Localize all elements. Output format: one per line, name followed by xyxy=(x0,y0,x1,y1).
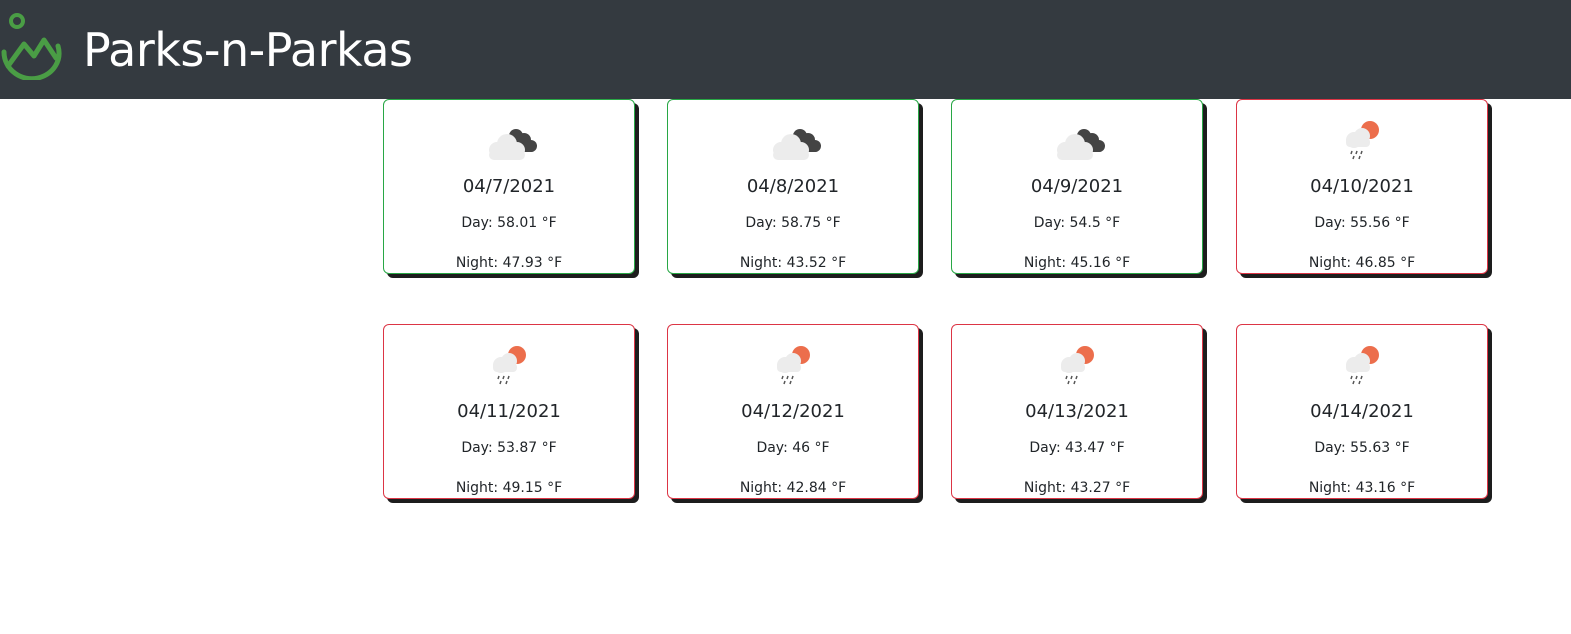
forecast-date: 04/7/2021 xyxy=(462,176,556,197)
forecast-date: 04/10/2021 xyxy=(1310,176,1414,197)
forecast-day-temp: Day: 54.5 °F xyxy=(1033,215,1121,231)
sun-rain-icon xyxy=(493,346,526,385)
sun-rain-icon xyxy=(1346,121,1379,160)
forecast-night-temp: Night: 43.16 °F xyxy=(1308,480,1416,496)
forecast-date: 04/14/2021 xyxy=(1310,401,1414,422)
forecast-day-temp: Day: 58.01 °F xyxy=(461,215,557,231)
forecast-night-temp: Night: 47.93 °F xyxy=(455,255,563,271)
forecast-day-temp: Day: 46 °F xyxy=(756,440,830,456)
forecast-date: 04/13/2021 xyxy=(1025,401,1129,422)
mountain-pin-logo-icon[interactable] xyxy=(0,10,64,80)
forecast-card: 04/10/2021 Day: 55.56 °F Night: 46.85 °F xyxy=(1236,99,1488,274)
forecast-day-temp: Day: 55.56 °F xyxy=(1314,215,1410,231)
forecast-card: 04/9/2021 Day: 54.5 °F Night: 45.16 °F xyxy=(951,99,1203,274)
forecast-day-temp: Day: 53.87 °F xyxy=(461,440,557,456)
forecast-night-temp: Night: 49.15 °F xyxy=(455,480,563,496)
forecast-date: 04/8/2021 xyxy=(746,176,840,197)
forecast-card: 04/8/2021 Day: 58.75 °F Night: 43.52 °F xyxy=(667,99,919,274)
forecast-night-temp: Night: 42.84 °F xyxy=(739,480,847,496)
forecast-night-temp: Night: 46.85 °F xyxy=(1308,255,1416,271)
forecast-night-temp: Night: 43.27 °F xyxy=(1023,480,1131,496)
sun-rain-icon xyxy=(777,346,810,385)
broken-clouds-icon xyxy=(1057,129,1105,160)
forecast-day-temp: Day: 43.47 °F xyxy=(1029,440,1125,456)
forecast-card: 04/12/2021 Day: 46 °F Night: 42.84 °F xyxy=(667,324,919,499)
forecast-card: 04/7/2021 Day: 58.01 °F Night: 47.93 °F xyxy=(383,99,635,274)
broken-clouds-icon xyxy=(773,129,821,160)
forecast-date: 04/9/2021 xyxy=(1030,176,1124,197)
forecast-date: 04/11/2021 xyxy=(457,401,561,422)
forecast-day-temp: Day: 58.75 °F xyxy=(745,215,841,231)
forecast-card: 04/13/2021 Day: 43.47 °F Night: 43.27 °F xyxy=(951,324,1203,499)
forecast-day-temp: Day: 55.63 °F xyxy=(1314,440,1410,456)
sun-rain-icon xyxy=(1346,346,1379,385)
forecast-night-temp: Night: 45.16 °F xyxy=(1023,255,1131,271)
forecast-night-temp: Night: 43.52 °F xyxy=(739,255,847,271)
forecast-card: 04/14/2021 Day: 55.63 °F Night: 43.16 °F xyxy=(1236,324,1488,499)
forecast-card: 04/11/2021 Day: 53.87 °F Night: 49.15 °F xyxy=(383,324,635,499)
broken-clouds-icon xyxy=(489,129,537,160)
sun-rain-icon xyxy=(1061,346,1094,385)
forecast-date: 04/12/2021 xyxy=(741,401,845,422)
brand-title[interactable]: Parks-n-Parkas xyxy=(83,20,413,80)
navbar: Parks-n-Parkas xyxy=(0,0,1571,99)
